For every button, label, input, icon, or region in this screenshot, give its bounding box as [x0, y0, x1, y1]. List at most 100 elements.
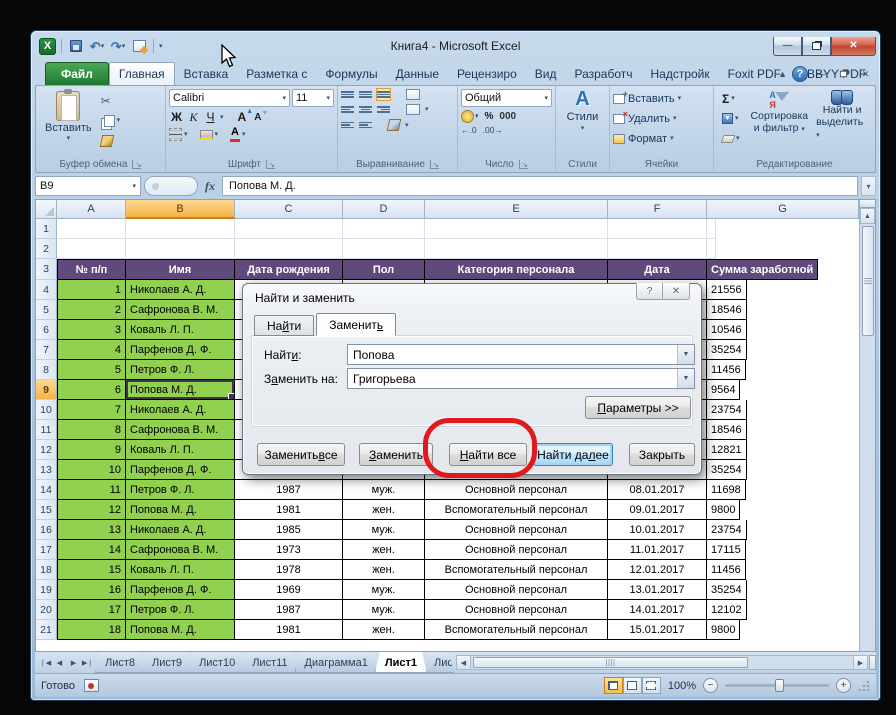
cell-D20[interactable]: муж. [343, 600, 425, 620]
wrap-text-icon[interactable] [406, 89, 420, 100]
horizontal-scrollbar[interactable]: ◀ ▶ [455, 652, 876, 673]
cell-B14[interactable]: Петров Ф. Л. [126, 480, 235, 500]
cell-A6[interactable]: 3 [57, 320, 126, 340]
cell-B8[interactable]: Петров Ф. Л. [126, 360, 235, 380]
cell-E16[interactable]: Основной персонал [425, 520, 608, 540]
cell-F17[interactable]: 11.01.2017 [608, 540, 707, 560]
sheet-tab-лис[interactable]: Лис [424, 652, 454, 673]
cell-F1[interactable] [608, 219, 707, 239]
zoom-out-button[interactable]: − [703, 678, 718, 693]
horizontal-scroll-track[interactable] [470, 655, 853, 670]
cell-F20[interactable]: 14.01.2017 [608, 600, 707, 620]
dropdown-arrow-icon[interactable]: ▾ [67, 135, 71, 142]
horizontal-scroll-thumb[interactable] [472, 657, 749, 668]
cell-B15[interactable]: Попова М. Д. [126, 500, 235, 520]
cell-G16[interactable]: 23754 [707, 520, 747, 540]
macro-record-icon[interactable] [83, 679, 99, 692]
cell-C14[interactable]: 1987 [235, 480, 343, 500]
cell-A15[interactable]: 12 [57, 500, 126, 520]
row-header-14[interactable]: 14 [36, 480, 57, 500]
zoom-level[interactable]: 100% [668, 680, 696, 692]
cell-D16[interactable]: муж. [343, 520, 425, 540]
page-layout-view-button[interactable] [622, 677, 642, 694]
cut-button[interactable]: ✂ [98, 92, 124, 109]
dialog-tab-заменить[interactable]: Заменит ь [316, 313, 397, 336]
cell-A19[interactable]: 16 [57, 580, 126, 600]
cell-G17[interactable]: 17115 [707, 540, 746, 560]
shrink-font-button[interactable]: А ▼ [254, 110, 268, 123]
workbook-restore-button[interactable] [835, 67, 852, 82]
cell-A10[interactable]: 7 [57, 400, 126, 420]
row-header-3[interactable]: 3 [36, 259, 57, 280]
decrease-decimal-icon[interactable]: .00→ [483, 126, 503, 135]
cell-A12[interactable]: 9 [57, 440, 126, 460]
cell-G1[interactable] [707, 219, 716, 239]
cell-G19[interactable]: 35254 [707, 580, 747, 600]
cell-B18[interactable]: Коваль Л. П. [126, 560, 235, 580]
ribbon-tab-главная[interactable]: Главная [108, 62, 175, 85]
next-sheet-button[interactable]: ▶ [67, 655, 80, 670]
ribbon-tab-формулы[interactable]: Формулы [316, 63, 386, 85]
cell-A5[interactable]: 2 [57, 300, 126, 320]
cell-C18[interactable]: 1978 [235, 560, 343, 580]
prev-sheet-button[interactable]: ◀ [53, 655, 66, 670]
scroll-left-icon[interactable]: ◀ [455, 655, 471, 670]
cell-B6[interactable]: Коваль Л. П. [126, 320, 235, 340]
dropdown-arrow-icon[interactable]: ▾ [117, 117, 121, 124]
underline-button[interactable]: Ч [203, 110, 218, 124]
cell-B21[interactable]: Попова М. Д. [126, 620, 235, 640]
clear-button[interactable]: ▾ [719, 130, 743, 147]
cell-F21[interactable]: 15.01.2017 [608, 620, 707, 640]
font-color-icon[interactable]: А [230, 127, 240, 142]
row-header-19[interactable]: 19 [36, 580, 57, 600]
ribbon-tab-вид[interactable]: Вид [526, 63, 566, 85]
first-sheet-button[interactable]: ❘◀ [39, 655, 52, 670]
find-input[interactable]: Попова ▼ [347, 344, 695, 365]
dropdown-arrow-icon[interactable]: ▾ [101, 43, 105, 50]
cell-G13[interactable]: 35254 [707, 460, 747, 480]
cell-A7[interactable]: 4 [57, 340, 126, 360]
merge-center-icon[interactable] [406, 104, 420, 115]
dialog-tab-найти[interactable]: На й ти [254, 315, 315, 336]
align-center-icon[interactable] [359, 104, 372, 115]
column-header-F[interactable]: F [608, 200, 707, 219]
row-header-12[interactable]: 12 [36, 440, 57, 460]
dialog-launcher-icon[interactable]: ↘ [429, 160, 439, 169]
row-header-16[interactable]: 16 [36, 520, 57, 540]
number-format-combo[interactable]: Общий ▾ [461, 89, 552, 107]
format-painter-button[interactable] [98, 132, 124, 149]
dropdown-arrow-icon[interactable]: ▾ [215, 131, 219, 138]
row-header-13[interactable]: 13 [36, 460, 57, 480]
find-next-button[interactable]: Найти да л ее [533, 443, 613, 466]
find-select-button[interactable]: Найти и выделить ▾ [812, 89, 872, 141]
paste-button[interactable]: Вставить ▾ [39, 89, 98, 144]
italic-button[interactable]: К [186, 110, 201, 124]
cell-A3[interactable]: № п/п [57, 259, 126, 280]
tab-split-handle[interactable] [869, 655, 876, 670]
cell-C20[interactable]: 1987 [235, 600, 343, 620]
font-name-combo[interactable]: Calibri ▾ [169, 89, 290, 107]
cell-C15[interactable]: 1981 [235, 500, 343, 520]
help-icon[interactable]: ? [792, 66, 808, 82]
align-right-icon[interactable] [377, 104, 390, 115]
save-button[interactable] [67, 38, 85, 55]
cell-G5[interactable]: 18546 [707, 300, 747, 320]
cell-F15[interactable]: 09.01.2017 [608, 500, 707, 520]
sort-filter-button[interactable]: АЯ Сортировка и фильтр ▾ [747, 89, 813, 135]
normal-view-button[interactable] [603, 677, 623, 694]
ribbon-tab-надстройк[interactable]: Надстройк [642, 63, 719, 85]
chevron-down-icon[interactable]: ▼ [677, 345, 694, 364]
fill-color-icon[interactable] [199, 129, 213, 140]
cell-F2[interactable] [608, 239, 707, 259]
dropdown-arrow-icon[interactable]: ▾ [405, 122, 409, 129]
undo-button[interactable]: ↶ ▾ [88, 38, 106, 55]
cell-B17[interactable]: Сафронова В. М. [126, 540, 235, 560]
ribbon-tab-разработч[interactable]: Разработч [565, 63, 641, 85]
cell-B16[interactable]: Николаев А. Д. [126, 520, 235, 540]
dropdown-arrow-icon[interactable]: ▾ [184, 131, 188, 138]
row-header-5[interactable]: 5 [36, 300, 57, 320]
cell-G9[interactable]: 9564 [707, 380, 741, 400]
cell-A8[interactable]: 5 [57, 360, 126, 380]
replace-all-button[interactable]: Заменить в се [257, 443, 345, 466]
cell-G7[interactable]: 35254 [707, 340, 747, 360]
